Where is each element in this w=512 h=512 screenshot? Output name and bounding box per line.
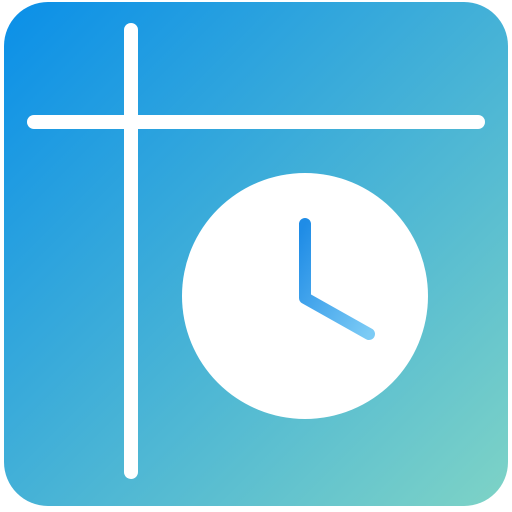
app-icon-canvas: [0, 0, 512, 512]
app-icon: [4, 2, 508, 506]
clock-icon: [182, 173, 428, 419]
